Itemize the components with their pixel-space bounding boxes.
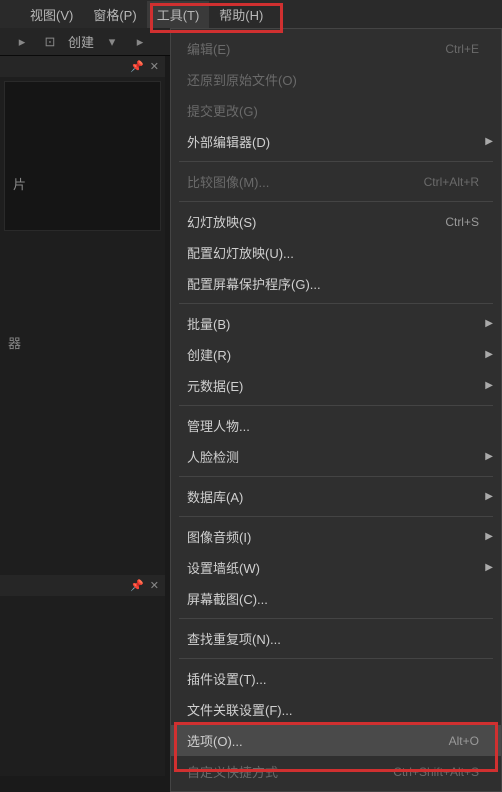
menu-database[interactable]: 数据库(A) ▶ (171, 481, 501, 512)
menu-manage-people-label: 管理人物... (187, 416, 250, 435)
menu-create-label: 创建(R) (187, 345, 231, 364)
panel-text-1: 片 (5, 162, 160, 205)
menu-create[interactable]: 创建(R) ▶ (171, 339, 501, 370)
menu-separator (179, 516, 493, 517)
panel-header-1: 📌 ✕ (0, 56, 165, 77)
panel-text-2: 器 (0, 321, 165, 364)
menu-file-assoc[interactable]: 文件关联设置(F)... (171, 694, 501, 725)
menu-config-screensaver-label: 配置屏幕保护程序(G)... (187, 274, 321, 293)
menu-batch-label: 批量(B) (187, 314, 230, 333)
menu-separator (179, 618, 493, 619)
menu-grid[interactable]: 窗格(P) (83, 1, 146, 28)
chevron-right-icon: ▶ (485, 451, 493, 462)
side-panel: 📌 ✕ 片 器 📌 ✕ (0, 56, 165, 776)
chevron-right-icon: ▶ (485, 531, 493, 542)
menu-external-editor[interactable]: 外部编辑器(D) ▶ (171, 126, 501, 157)
menu-image-audio-label: 图像音频(I) (187, 527, 251, 546)
menu-revert-label: 还原到原始文件(O) (187, 70, 297, 89)
menu-separator (179, 658, 493, 659)
menu-find-dup[interactable]: 查找重复项(N)... (171, 623, 501, 654)
menu-face-detect-label: 人脸检测 (187, 447, 239, 466)
menu-compare-shortcut: Ctrl+Alt+R (424, 175, 479, 189)
toolbar-create-label[interactable]: 创建 (68, 32, 94, 51)
pin-icon-2[interactable]: 📌 (130, 579, 144, 592)
menu-config-slideshow-label: 配置幻灯放映(U)... (187, 243, 294, 262)
menu-external-editor-label: 外部编辑器(D) (187, 132, 270, 151)
menu-commit: 提交更改(G) (171, 95, 501, 126)
menu-screenshot[interactable]: 屏幕截图(C)... (171, 583, 501, 614)
menu-separator (179, 201, 493, 202)
menu-image-audio[interactable]: 图像音频(I) ▶ (171, 521, 501, 552)
menu-face-detect[interactable]: 人脸检测 ▶ (171, 441, 501, 472)
toolbar-icon-1[interactable]: ▸ (12, 32, 32, 52)
chevron-right-icon: ▶ (485, 318, 493, 329)
menu-slideshow-shortcut: Ctrl+S (445, 215, 479, 229)
menubar: 视图(V) 窗格(P) 工具(T) 帮助(H) (0, 0, 502, 28)
menu-compare-label: 比较图像(M)... (187, 172, 269, 191)
menu-help[interactable]: 帮助(H) (209, 1, 273, 28)
menu-edit: 编辑(E) Ctrl+E (171, 33, 501, 64)
menu-find-dup-label: 查找重复项(N)... (187, 629, 281, 648)
menu-separator (179, 161, 493, 162)
menu-screenshot-label: 屏幕截图(C)... (187, 589, 268, 608)
menu-slideshow[interactable]: 幻灯放映(S) Ctrl+S (171, 206, 501, 237)
toolbar-dropdown-icon[interactable]: ▾ (102, 32, 122, 52)
menu-batch[interactable]: 批量(B) ▶ (171, 308, 501, 339)
toolbar-icon-2[interactable]: ⊡ (40, 32, 60, 52)
chevron-right-icon: ▶ (485, 136, 493, 147)
menu-plugin-settings[interactable]: 插件设置(T)... (171, 663, 501, 694)
menu-custom-shortcut: 自定义快捷方式 Ctrl+Shift+Alt+S (171, 756, 501, 787)
menu-view[interactable]: 视图(V) (20, 1, 83, 28)
panel-body-1: 片 (4, 81, 161, 231)
chevron-right-icon: ▶ (485, 380, 493, 391)
menu-compare-images: 比较图像(M)... Ctrl+Alt+R (171, 166, 501, 197)
menu-manage-people[interactable]: 管理人物... (171, 410, 501, 441)
menu-options[interactable]: 选项(O)... Alt+O (171, 725, 501, 756)
menu-custom-shortcut-shortcut: Ctrl+Shift+Alt+S (393, 765, 479, 779)
menu-metadata[interactable]: 元数据(E) ▶ (171, 370, 501, 401)
chevron-right-icon: ▶ (485, 349, 493, 360)
menu-commit-label: 提交更改(G) (187, 101, 258, 120)
menu-options-shortcut: Alt+O (449, 734, 479, 748)
menu-separator (179, 476, 493, 477)
menu-options-label: 选项(O)... (187, 731, 243, 750)
tools-dropdown-menu: 编辑(E) Ctrl+E 还原到原始文件(O) 提交更改(G) 外部编辑器(D)… (170, 28, 502, 792)
menu-tools[interactable]: 工具(T) (147, 1, 210, 28)
menu-file-assoc-label: 文件关联设置(F)... (187, 700, 292, 719)
toolbar-icon-3[interactable]: ▸ (130, 32, 150, 52)
chevron-right-icon: ▶ (485, 562, 493, 573)
menu-metadata-label: 元数据(E) (187, 376, 243, 395)
panel-header-2: 📌 ✕ (0, 575, 165, 596)
close-icon-2[interactable]: ✕ (150, 579, 159, 592)
menu-edit-label: 编辑(E) (187, 39, 230, 58)
menu-set-wallpaper-label: 设置墙纸(W) (187, 558, 260, 577)
chevron-right-icon: ▶ (485, 491, 493, 502)
pin-icon[interactable]: 📌 (130, 60, 144, 73)
menu-config-slideshow[interactable]: 配置幻灯放映(U)... (171, 237, 501, 268)
menu-separator (179, 405, 493, 406)
close-icon[interactable]: ✕ (150, 60, 159, 73)
menu-plugin-settings-label: 插件设置(T)... (187, 669, 266, 688)
menu-separator (179, 303, 493, 304)
menu-config-screensaver[interactable]: 配置屏幕保护程序(G)... (171, 268, 501, 299)
menu-revert: 还原到原始文件(O) (171, 64, 501, 95)
menu-edit-shortcut: Ctrl+E (445, 42, 479, 56)
menu-custom-shortcut-label: 自定义快捷方式 (187, 762, 278, 781)
menu-set-wallpaper[interactable]: 设置墙纸(W) ▶ (171, 552, 501, 583)
menu-database-label: 数据库(A) (187, 487, 243, 506)
menu-slideshow-label: 幻灯放映(S) (187, 212, 256, 231)
